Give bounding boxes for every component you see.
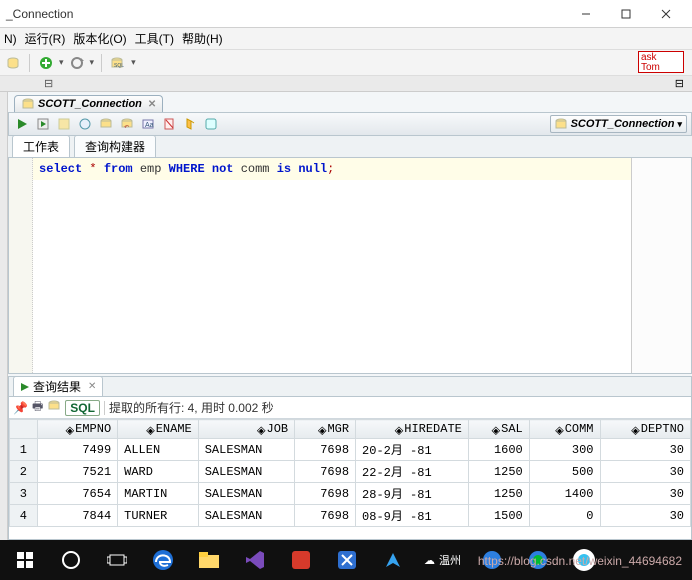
close-button[interactable]	[646, 1, 686, 27]
run-statement-icon[interactable]	[13, 115, 31, 133]
svg-text:↶: ↶	[124, 124, 129, 131]
print-icon[interactable]: 🖶	[32, 397, 43, 418]
editor-text[interactable]: select * from emp WHERE not comm is null…	[33, 158, 631, 373]
chevron-down-icon[interactable]: ▾	[90, 57, 95, 68]
commit-icon[interactable]	[97, 115, 115, 133]
explorer-icon[interactable]	[188, 540, 230, 580]
results-tab-label: 查询结果	[33, 378, 81, 395]
results-tab[interactable]: 查询结果 ✕	[13, 376, 103, 396]
database-icon	[555, 118, 568, 131]
col-sal[interactable]: 🞛SAL	[468, 420, 529, 439]
autotrace-icon[interactable]	[76, 115, 94, 133]
connection-tab-label: SCOTT_Connection	[38, 98, 142, 110]
watermark-url: https://blog.csdn.net/weixin_44694682	[478, 554, 682, 568]
left-gutter	[0, 92, 8, 540]
window-title: _Connection	[6, 7, 566, 21]
app-tencent-icon[interactable]	[372, 540, 414, 580]
collapse-rail: ⊟ ⊟	[0, 76, 692, 92]
refresh-icon[interactable]	[47, 399, 61, 416]
snippets-icon[interactable]	[202, 115, 220, 133]
rollback-icon[interactable]: ↶	[118, 115, 136, 133]
minimize-button[interactable]	[566, 1, 606, 27]
svg-text:Aa: Aa	[145, 122, 154, 129]
collapse-right-icon[interactable]: ⊟	[675, 77, 684, 90]
toolbar-refresh-icon[interactable]	[68, 54, 86, 72]
col-mgr[interactable]: 🞛MGR	[295, 420, 356, 439]
col-ename[interactable]: 🞛ENAME	[118, 420, 199, 439]
cortana-icon[interactable]	[50, 540, 92, 580]
maximize-button[interactable]	[606, 1, 646, 27]
tab-worksheet[interactable]: 工作表	[12, 135, 70, 157]
ask-tom-box[interactable]: ask Tom	[638, 51, 684, 73]
editor-overview-ruler	[631, 158, 691, 373]
app-blue-icon[interactable]	[326, 540, 368, 580]
collapse-left-icon[interactable]: ⊟	[44, 77, 53, 90]
close-icon[interactable]: ✕	[88, 381, 96, 392]
windows-taskbar: ☁温州 https://blog.csdn.net/weixin_4469468…	[0, 540, 692, 580]
connection-tab-row: SCOTT_Connection ✕	[8, 92, 692, 112]
col-hiredate[interactable]: 🞛HIREDATE	[356, 420, 469, 439]
app-red-icon[interactable]	[280, 540, 322, 580]
menu-tools[interactable]: 工具(T)	[135, 30, 174, 47]
tab-query-builder[interactable]: 查询构建器	[74, 135, 156, 157]
taskview-icon[interactable]	[96, 540, 138, 580]
grid-header: 🞛EMPNO 🞛ENAME 🞛JOB 🞛MGR 🞛HIREDATE 🞛SAL 🞛…	[10, 420, 691, 439]
window-titlebar: _Connection	[0, 0, 692, 28]
col-job[interactable]: 🞛JOB	[198, 420, 294, 439]
results-status: 提取的所有行: 4, 用时 0.002 秒	[109, 399, 274, 416]
unshared-icon[interactable]: Aa	[139, 115, 157, 133]
ask-label-2: Tom	[641, 62, 660, 73]
visual-studio-icon[interactable]	[234, 540, 276, 580]
menu-bar: N) 运行(R) 版本化(O) 工具(T) 帮助(H)	[0, 28, 692, 50]
svg-text:SQL: SQL	[114, 63, 124, 69]
worksheet-tabs: 工作表 查询构建器	[8, 136, 692, 158]
main-toolbar: ▾ ▾ SQL ▾ ask Tom	[0, 50, 692, 76]
play-icon	[20, 382, 30, 392]
chevron-down-icon: ▾	[677, 119, 682, 130]
results-panel: 查询结果 ✕ 📌 🖶 SQL 提取的所有行: 4, 用时 0.002 秒	[8, 376, 692, 540]
col-empno[interactable]: 🞛EMPNO	[37, 420, 118, 439]
workarea: SCOTT_Connection ✕ ↶ Aa SCOTT_Connection…	[8, 92, 692, 540]
col-rownum[interactable]	[10, 420, 38, 439]
chevron-down-icon[interactable]: ▾	[131, 57, 136, 68]
weather-widget[interactable]: ☁温州	[418, 540, 467, 580]
sql-button[interactable]: SQL	[65, 400, 100, 416]
menu-version[interactable]: 版本化(O)	[73, 30, 126, 47]
col-deptno[interactable]: 🞛DEPTNO	[600, 420, 691, 439]
history-icon[interactable]	[181, 115, 199, 133]
table-row[interactable]: 27521WARDSALESMAN769822-2月 -81125050030	[10, 461, 691, 483]
table-row[interactable]: 17499ALLENSALESMAN769820-2月 -81160030030	[10, 439, 691, 461]
results-toolbar: 📌 🖶 SQL 提取的所有行: 4, 用时 0.002 秒	[9, 397, 691, 419]
chevron-down-icon[interactable]: ▾	[59, 57, 64, 68]
main-area: SCOTT_Connection ✕ ↶ Aa SCOTT_Connection…	[0, 92, 692, 540]
pin-icon[interactable]: 📌	[13, 401, 28, 415]
weather-label: 温州	[439, 552, 461, 568]
table-row[interactable]: 37654MARTINSALESMAN769828-9月 -8112501400…	[10, 483, 691, 505]
connection-tab[interactable]: SCOTT_Connection ✕	[14, 95, 163, 112]
close-tab-icon[interactable]: ✕	[148, 99, 156, 110]
run-script-icon[interactable]	[34, 115, 52, 133]
toolbar-sql-icon[interactable]: SQL	[109, 54, 127, 72]
col-comm[interactable]: 🞛COMM	[529, 420, 600, 439]
clear-icon[interactable]	[160, 115, 178, 133]
editor-gutter	[9, 158, 33, 373]
database-icon	[21, 97, 35, 111]
menu-n[interactable]: N)	[4, 32, 17, 46]
connection-dropdown-label: SCOTT_Connection	[571, 118, 675, 130]
table-row[interactable]: 47844TURNERSALESMAN769808-9月 -811500030	[10, 505, 691, 527]
toolbar-add-icon[interactable]	[37, 54, 55, 72]
sql-toolbar: ↶ Aa SCOTT_Connection ▾	[8, 112, 692, 136]
toolbar-db-icon[interactable]	[4, 54, 22, 72]
explain-plan-icon[interactable]	[55, 115, 73, 133]
menu-run[interactable]: 运行(R)	[25, 30, 66, 47]
sql-editor[interactable]: select * from emp WHERE not comm is null…	[8, 158, 692, 374]
menu-help[interactable]: 帮助(H)	[182, 30, 223, 47]
edge-icon[interactable]	[142, 540, 184, 580]
connection-dropdown[interactable]: SCOTT_Connection ▾	[550, 115, 687, 133]
results-tab-row: 查询结果 ✕	[9, 377, 691, 397]
start-button[interactable]	[4, 540, 46, 580]
results-grid: 🞛EMPNO 🞛ENAME 🞛JOB 🞛MGR 🞛HIREDATE 🞛SAL 🞛…	[9, 419, 691, 527]
